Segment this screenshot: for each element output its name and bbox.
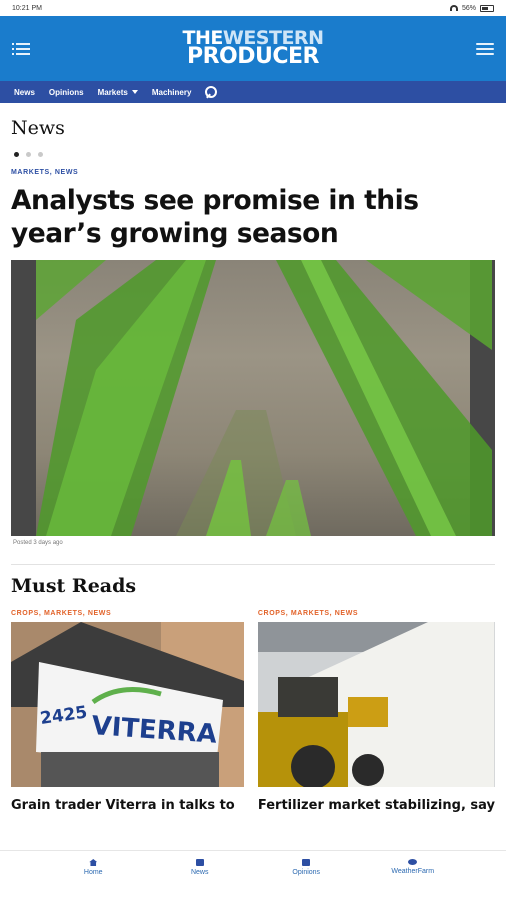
card-2-image[interactable]	[257, 622, 495, 787]
nav-item-news[interactable]: News	[14, 88, 35, 97]
tab-opinions[interactable]: Opinions	[271, 859, 341, 900]
tab-news[interactable]: News	[165, 859, 235, 900]
battery-icon	[480, 4, 494, 12]
logo-producer: PRODUCER	[186, 44, 320, 70]
carousel-pager	[0, 139, 506, 157]
bottom-tab-bar: Home News Opinions WeatherFarm	[0, 850, 506, 900]
card-2-category[interactable]: CROPS, MARKETS, NEWS	[258, 597, 495, 617]
tab-weatherfarm[interactable]: WeatherFarm	[378, 859, 448, 900]
status-bar: 10:21 PM 56%	[0, 0, 506, 16]
newspaper-icon	[195, 859, 204, 866]
menu-icon[interactable]	[476, 42, 494, 55]
nav-item-markets[interactable]: Markets	[98, 88, 138, 97]
article-category[interactable]: MARKETS, NEWS	[0, 157, 506, 176]
pager-dot-1[interactable]	[14, 152, 19, 157]
card-1-category[interactable]: CROPS, MARKETS, NEWS	[11, 597, 244, 617]
card-2-title[interactable]: Fertilizer market stabilizing, say	[258, 787, 495, 813]
must-reads-cards: CROPS, MARKETS, NEWS 2425 VITERRA Grain …	[0, 597, 506, 813]
cloud-icon	[408, 859, 418, 865]
tab-weatherfarm-label: WeatherFarm	[391, 868, 435, 875]
article-headline[interactable]: Analysts see promise in this year’s grow…	[0, 176, 506, 250]
tab-news-label: News	[190, 869, 209, 876]
opinion-icon	[302, 859, 311, 866]
category-nav: News Opinions Markets Machinery	[0, 81, 506, 103]
nav-item-machinery[interactable]: Machinery	[152, 88, 192, 97]
news-section-title: News	[11, 117, 65, 139]
app-header: THEWESTERN PRODUCER	[0, 16, 506, 81]
search-icon[interactable]	[205, 85, 218, 99]
chevron-down-icon	[131, 90, 138, 94]
status-indicators: 56%	[449, 4, 494, 12]
battery-percent: 56%	[461, 4, 476, 12]
must-read-card-1[interactable]: CROPS, MARKETS, NEWS 2425 VITERRA Grain …	[11, 597, 244, 813]
crop-rows-photo	[36, 260, 492, 536]
article-hero-image[interactable]	[11, 260, 495, 536]
must-reads-title: Must Reads	[11, 575, 137, 597]
pager-dot-2[interactable]	[26, 152, 31, 157]
pager-dot-3[interactable]	[38, 152, 43, 157]
site-logo[interactable]: THEWESTERN PRODUCER	[183, 29, 324, 68]
home-icon	[89, 859, 98, 866]
sections-list-icon[interactable]	[12, 42, 30, 55]
nav-item-opinions[interactable]: Opinions	[49, 88, 84, 97]
tab-opinions-label: Opinions	[292, 869, 321, 876]
nav-item-markets-label: Markets	[97, 87, 128, 97]
article-posted-time: Posted 3 days ago	[13, 540, 63, 546]
tab-home-label: Home	[83, 869, 103, 876]
wifi-icon	[449, 5, 458, 11]
tab-home[interactable]: Home	[58, 859, 128, 900]
card-1-image[interactable]: 2425 VITERRA	[11, 622, 244, 787]
must-read-card-2[interactable]: CROPS, MARKETS, NEWS Fertilizer market s…	[257, 597, 495, 813]
status-time: 10:21 PM	[12, 4, 42, 12]
card-1-title[interactable]: Grain trader Viterra in talks to	[11, 787, 244, 813]
